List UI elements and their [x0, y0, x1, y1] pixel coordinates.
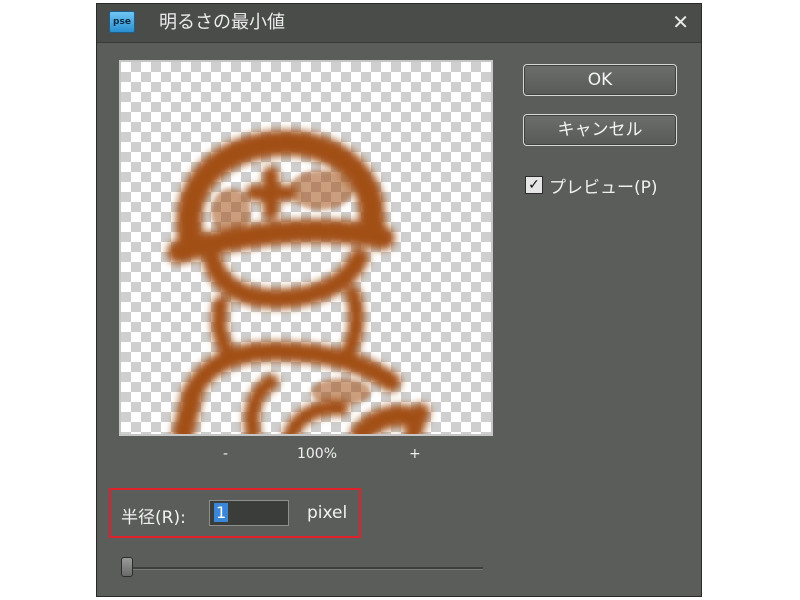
- preview-checkbox-row[interactable]: ✓ プレビュー(P): [525, 174, 658, 198]
- radius-label: 半径(R):: [121, 508, 186, 528]
- preview-area[interactable]: [119, 60, 493, 436]
- zoom-level-label: 100%: [296, 446, 338, 462]
- zoom-controls: - 100% +: [119, 446, 493, 466]
- zoom-in-button[interactable]: +: [409, 446, 421, 462]
- radius-slider-track[interactable]: [123, 567, 483, 570]
- radius-highlight-box: 半径(R): 1 pixel: [109, 488, 361, 538]
- preview-image: [167, 130, 430, 434]
- minimum-filter-dialog: pse 明るさの最小値 ✕ - 100% + OK キャンセル ✓ プレビュー(…: [96, 3, 702, 597]
- cancel-button[interactable]: キャンセル: [523, 114, 677, 146]
- preview-checkbox-label: プレビュー(P): [549, 177, 658, 198]
- ok-button[interactable]: OK: [523, 64, 677, 96]
- preview-checkbox[interactable]: ✓: [525, 176, 543, 194]
- dialog-title: 明るさの最小値: [159, 12, 285, 33]
- radius-input[interactable]: 1: [209, 500, 289, 526]
- radius-slider-thumb[interactable]: [121, 557, 133, 577]
- zoom-out-button[interactable]: -: [223, 446, 228, 462]
- radius-unit-label: pixel: [307, 503, 348, 523]
- close-icon[interactable]: ✕: [672, 11, 689, 33]
- app-icon: pse: [109, 11, 135, 33]
- radius-value: 1: [214, 503, 229, 522]
- title-bar[interactable]: pse 明るさの最小値 ✕: [97, 4, 701, 43]
- transparency-checkerboard: [121, 62, 491, 434]
